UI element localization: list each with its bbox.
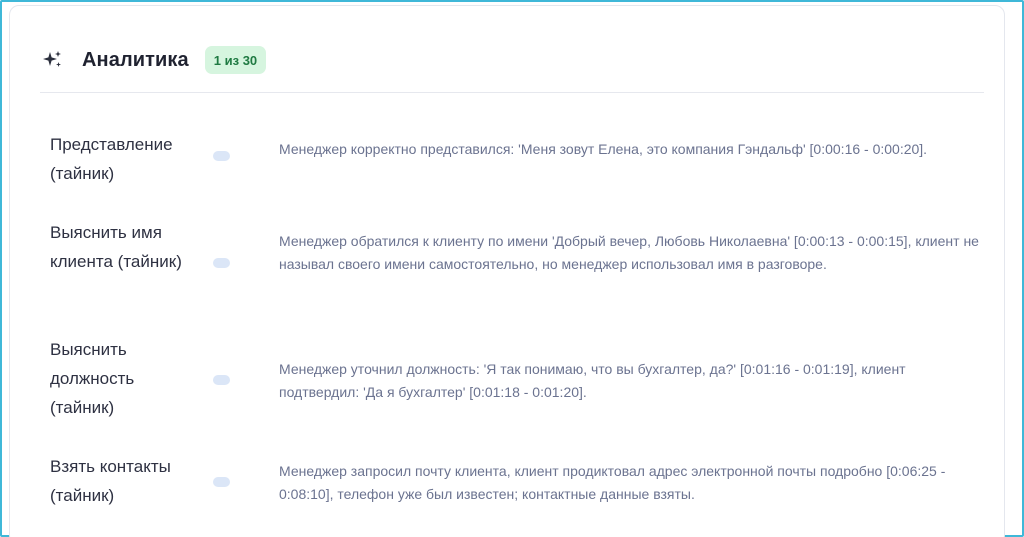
criterion-label: Выяснить имя клиента (тайник)	[50, 223, 182, 271]
criterion-description: Менеджер запросил почту клиента, клиент …	[279, 463, 946, 502]
criterion-toggle[interactable]	[213, 375, 230, 385]
criterion-label: Выяснить должность (тайник)	[50, 340, 135, 417]
criterion-description: Менеджер обратился к клиенту по имени 'Д…	[279, 233, 979, 272]
criterion-label: Взять контакты (тайник)	[50, 457, 171, 505]
section-title: Аналитика	[82, 48, 189, 71]
sparkle-icon	[42, 49, 64, 71]
progress-badge: 1 из 30	[204, 46, 267, 74]
criterion-description: Менеджер уточнил должность: 'Я так поним…	[279, 361, 906, 400]
analytics-card: Аналитика 1 из 30 Представление (тайник)…	[9, 5, 1005, 537]
criterion-label: Представление (тайник)	[50, 135, 173, 183]
analytics-header: Аналитика 1 из 30	[42, 41, 267, 79]
criterion-description: Менеджер корректно представился: 'Меня з…	[279, 141, 928, 157]
criterion-toggle[interactable]	[213, 151, 230, 161]
criterion-toggle[interactable]	[213, 258, 230, 268]
header-divider	[40, 92, 984, 93]
criterion-toggle[interactable]	[213, 477, 230, 487]
